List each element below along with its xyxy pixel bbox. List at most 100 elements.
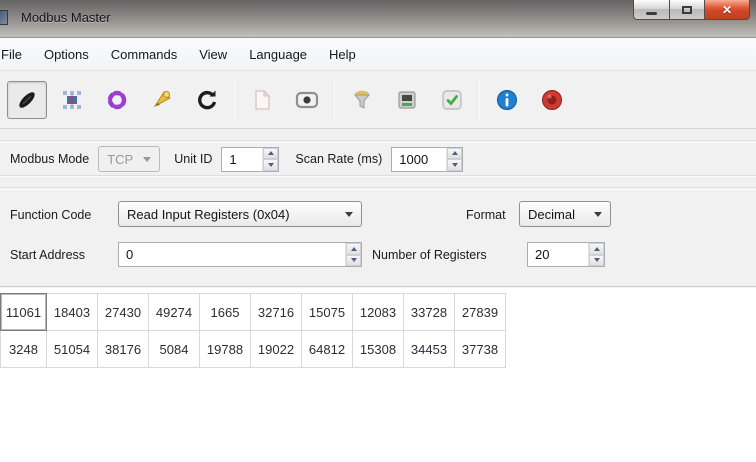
format-value: Decimal (528, 206, 575, 222)
info-button[interactable] (487, 81, 527, 119)
modbus-mode-label: Modbus Mode (10, 152, 90, 166)
unit-id-stepper[interactable]: 1 (221, 146, 280, 172)
mode-bar: Modbus Mode TCP Unit ID 1 Scan Rate (ms)… (0, 142, 756, 176)
spin-buttons (345, 243, 361, 266)
display-button[interactable] (287, 81, 327, 119)
start-address-label: Start Address (10, 248, 86, 262)
number-of-registers-label: Number of Registers (372, 248, 487, 262)
menu-commands[interactable]: Commands (100, 41, 188, 68)
arrow-up-icon (267, 151, 274, 156)
ok-check-icon (442, 89, 462, 110)
poll-setup-button[interactable] (52, 81, 92, 119)
chevron-down-icon (345, 211, 353, 217)
menubar: File Options Commands View Language Help (0, 38, 756, 71)
arrow-down-icon (267, 162, 274, 167)
scan-rate-label: Scan Rate (ms) (295, 152, 383, 166)
close-button[interactable]: ✕ (705, 0, 750, 20)
register-cell[interactable]: 3248 (0, 330, 47, 368)
maximize-button[interactable] (670, 0, 705, 20)
register-grid: 11061 18403 27430 49274 1665 32716 15075 12083 3… (0, 293, 506, 368)
menu-file[interactable]: File (0, 41, 33, 68)
titlebar[interactable]: Modbus Master ✕ (0, 0, 756, 38)
spin-down-button[interactable] (447, 159, 463, 171)
spin-up-button[interactable] (589, 243, 604, 255)
register-cell[interactable]: 64812 (301, 330, 353, 368)
spin-down-button[interactable] (589, 254, 604, 266)
alert-horn-button[interactable] (142, 81, 182, 119)
register-cell[interactable]: 15308 (352, 330, 404, 368)
register-cell[interactable]: 32716 (250, 293, 302, 331)
alert-horn-icon (153, 90, 171, 107)
spin-down-button[interactable] (263, 159, 279, 171)
spin-up-button[interactable] (447, 147, 463, 159)
register-cell[interactable]: 27430 (97, 293, 149, 331)
format-combo[interactable]: Decimal (519, 201, 611, 227)
arrow-down-icon (593, 258, 600, 263)
register-cell[interactable]: 37738 (454, 330, 506, 368)
format-label: Format (466, 208, 506, 222)
spin-down-button[interactable] (346, 254, 361, 266)
register-cell[interactable]: 18403 (46, 293, 98, 331)
minimize-button[interactable] (633, 0, 670, 20)
register-cell[interactable]: 12083 (352, 293, 404, 331)
lamp-icon (353, 90, 371, 109)
function-code-combo[interactable]: Read Input Registers (0x04) (118, 201, 362, 227)
menu-view[interactable]: View (188, 41, 238, 68)
refresh-button[interactable] (187, 81, 227, 119)
toolbar-separator (234, 79, 235, 120)
modbus-mode-combo[interactable]: TCP (98, 146, 161, 172)
exit-button[interactable] (532, 81, 572, 119)
register-cell[interactable]: 19022 (250, 330, 302, 368)
number-of-registers-value: 20 (535, 247, 550, 262)
register-row: 3248 51054 38176 5084 19788 19022 64812 15308 34… (0, 330, 506, 368)
toolbar (0, 71, 756, 129)
chevron-down-icon (594, 211, 602, 217)
spin-up-button[interactable] (263, 147, 279, 159)
register-cell[interactable]: 11061 (0, 293, 47, 331)
function-code-label: Function Code (10, 208, 92, 222)
refresh-icon (198, 90, 217, 109)
scan-loop-button[interactable] (97, 81, 137, 119)
menu-help[interactable]: Help (318, 41, 367, 68)
menu-options[interactable]: Options (33, 41, 100, 68)
toolbar-separator (334, 79, 335, 120)
close-icon: ✕ (721, 2, 733, 17)
arrow-down-icon (451, 162, 458, 167)
register-cell[interactable]: 49274 (148, 293, 200, 331)
register-cell[interactable]: 33728 (403, 293, 455, 331)
new-log-button[interactable] (242, 81, 282, 119)
start-address-stepper[interactable]: 0 (118, 242, 362, 267)
register-cell[interactable]: 27839 (454, 293, 506, 331)
register-grid-area: 11061 18403 27430 49274 1665 32716 15075 12083 3… (0, 288, 756, 462)
register-cell[interactable]: 15075 (301, 293, 353, 331)
display-icon (295, 91, 319, 108)
number-of-registers-stepper[interactable]: 20 (527, 242, 605, 267)
register-cell[interactable]: 51054 (46, 330, 98, 368)
arrow-up-icon (593, 246, 600, 251)
toolbar-separator (479, 79, 480, 120)
maximize-icon (682, 5, 692, 14)
register-cell[interactable]: 5084 (148, 330, 200, 368)
start-address-value: 0 (126, 247, 134, 262)
arrow-down-icon (350, 258, 357, 263)
arrow-up-icon (350, 246, 357, 251)
exit-icon (542, 89, 562, 110)
register-cell[interactable]: 34453 (403, 330, 455, 368)
spin-up-button[interactable] (346, 243, 361, 255)
ok-check-button[interactable] (432, 81, 472, 119)
register-cell[interactable]: 19788 (199, 330, 251, 368)
section-divider (0, 130, 756, 141)
poll-setup-icon (63, 90, 81, 109)
scan-rate-stepper[interactable]: 1000 (391, 146, 464, 172)
menu-language[interactable]: Language (238, 41, 318, 68)
device-icon (398, 90, 416, 109)
window-controls: ✕ (633, 0, 750, 20)
device-button[interactable] (387, 81, 427, 119)
register-cell[interactable]: 38176 (97, 330, 149, 368)
modbus-master-window: Modbus Master ✕ File Options Commands Vi… (0, 0, 756, 462)
lamp-button[interactable] (342, 81, 382, 119)
info-icon (497, 89, 517, 110)
register-cell[interactable]: 1665 (199, 293, 251, 331)
scan-rate-value: 1000 (399, 151, 429, 167)
connect-button[interactable] (7, 80, 47, 119)
